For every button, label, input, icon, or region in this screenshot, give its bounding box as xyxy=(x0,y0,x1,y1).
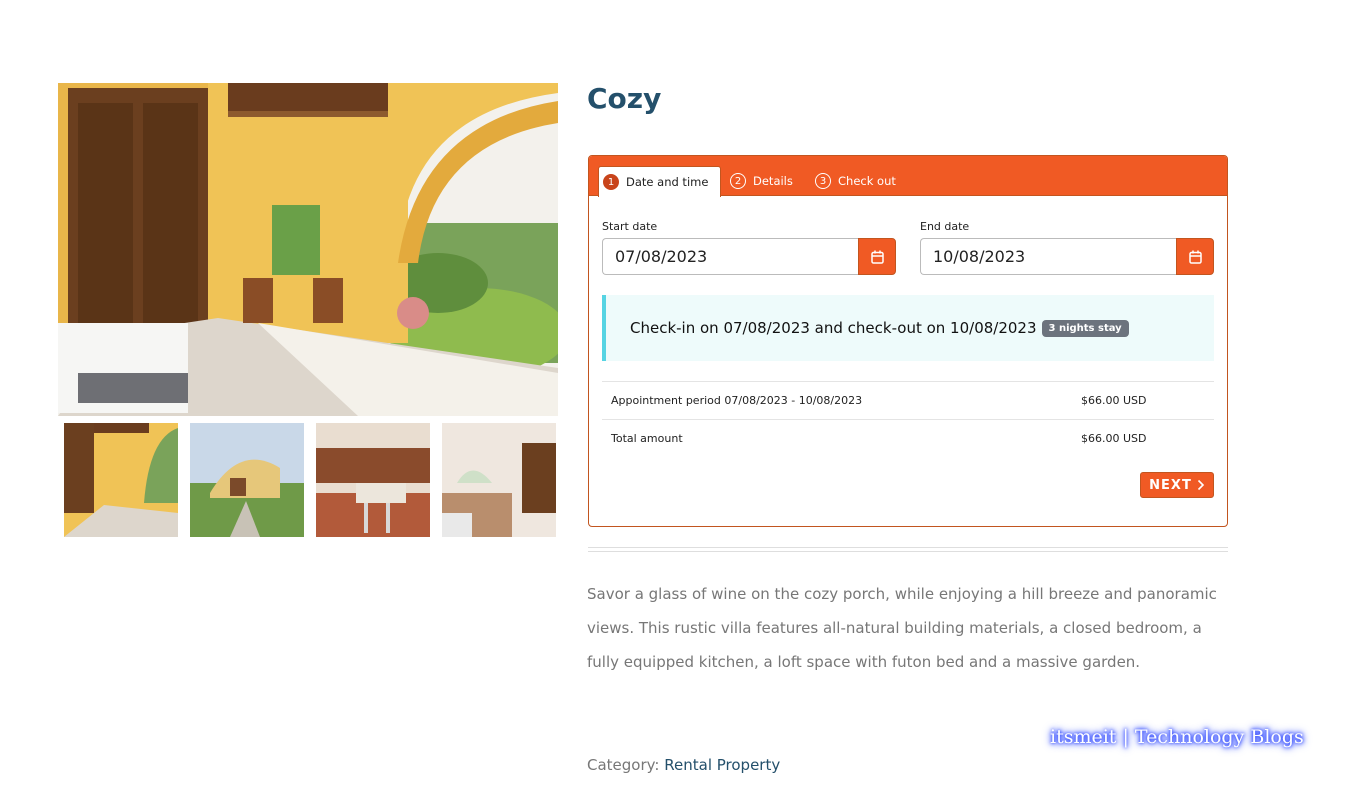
gallery-thumb-exterior[interactable] xyxy=(190,423,304,537)
nights-badge: 3 nights stay xyxy=(1041,319,1129,337)
summary-label: Appointment period 07/08/2023 - 10/08/20… xyxy=(611,394,863,407)
start-date-calendar-button[interactable] xyxy=(858,238,896,275)
category-link[interactable]: Rental Property xyxy=(664,756,780,774)
booking-widget: 1 Date and time 2 Details 3 Check out St… xyxy=(588,155,1228,527)
end-date-input[interactable] xyxy=(920,238,1176,275)
product-description: Savor a glass of wine on the cozy porch,… xyxy=(587,585,1217,671)
porch-photo xyxy=(58,83,558,416)
next-button[interactable]: NEXT xyxy=(1140,472,1214,498)
product-category: Category: Rental Property xyxy=(587,756,780,774)
thumb-living-room-image xyxy=(442,423,556,537)
thumb-kitchen-image xyxy=(316,423,430,537)
calendar-icon xyxy=(1188,250,1202,264)
tab-label: Details xyxy=(753,174,793,188)
tab-check-out[interactable]: 3 Check out xyxy=(815,166,896,196)
category-label: Category: xyxy=(587,756,660,774)
start-date-field xyxy=(602,238,896,275)
divider-bottom xyxy=(588,551,1228,552)
thumb-porch-image xyxy=(64,423,178,537)
gallery-thumb-living-room[interactable] xyxy=(442,423,556,537)
booking-steps: 1 Date and time 2 Details 3 Check out xyxy=(589,156,1227,197)
start-date-input[interactable] xyxy=(602,238,858,275)
stay-notice-text: Check-in on 07/08/2023 and check-out on … xyxy=(630,319,1037,337)
summary-row-period: Appointment period 07/08/2023 - 10/08/20… xyxy=(602,381,1214,419)
thumb-exterior-image xyxy=(190,423,304,537)
tab-date-and-time[interactable]: 1 Date and time xyxy=(598,166,722,197)
tab-label: Date and time xyxy=(626,175,709,189)
summary-label: Total amount xyxy=(611,432,683,445)
summary-amount: $66.00 USD xyxy=(1081,432,1147,445)
gallery-thumb-kitchen[interactable] xyxy=(316,423,430,537)
step-number: 1 xyxy=(603,174,619,190)
gallery-thumb-porch[interactable] xyxy=(64,423,178,537)
calendar-icon xyxy=(870,250,884,264)
summary-amount: $66.00 USD xyxy=(1081,394,1147,407)
tab-label: Check out xyxy=(838,174,896,188)
watermark-text: itsmeit | Technology Blogs xyxy=(1050,726,1304,748)
step-number: 3 xyxy=(815,173,831,189)
main-product-image[interactable] xyxy=(58,83,558,416)
stay-notice: Check-in on 07/08/2023 and check-out on … xyxy=(602,295,1214,361)
summary-row-total: Total amount $66.00 USD xyxy=(602,419,1214,457)
end-date-calendar-button[interactable] xyxy=(1176,238,1214,275)
step-number: 2 xyxy=(730,173,746,189)
divider-top xyxy=(588,547,1228,548)
next-button-label: NEXT xyxy=(1149,477,1192,493)
start-date-label: Start date xyxy=(602,220,658,233)
chevron-right-icon xyxy=(1197,479,1204,491)
product-title: Cozy xyxy=(587,82,662,115)
end-date-label: End date xyxy=(920,220,970,233)
tab-details[interactable]: 2 Details xyxy=(730,166,793,196)
end-date-field xyxy=(920,238,1214,275)
